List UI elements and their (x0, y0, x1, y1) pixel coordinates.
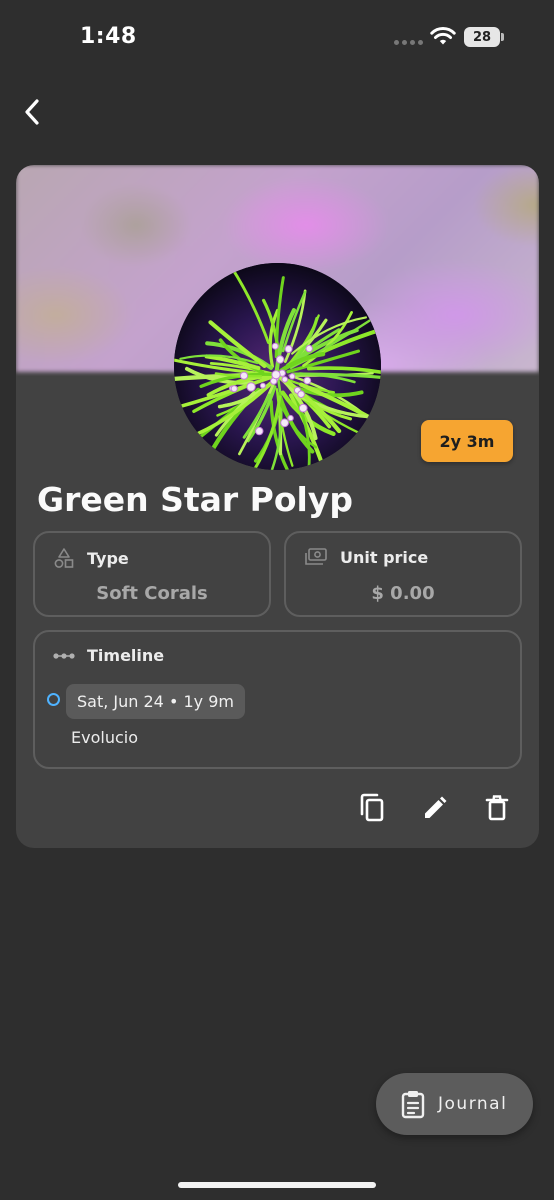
timeline-label: Timeline (87, 646, 165, 665)
battery-icon: 28 (464, 27, 500, 47)
coral-polyp-mouth (239, 371, 249, 380)
delete-button[interactable] (479, 790, 515, 826)
coral-polyp-mouth (271, 342, 279, 350)
item-card: 2y 3m Green Star Polyp Type Soft Corals (16, 165, 539, 848)
clipboard-icon (401, 1091, 425, 1119)
unit-price-card: Unit price $ 0.00 (284, 531, 522, 617)
timeline-date-chip[interactable]: Sat, Jun 24 • 1y 9m (66, 684, 245, 719)
unit-price-label: Unit price (340, 547, 429, 567)
coral-image (174, 263, 381, 470)
coral-polyp-mouth (287, 414, 294, 422)
chevron-left-icon (25, 99, 39, 125)
type-label: Type (87, 548, 129, 568)
journal-label: Journal (438, 1094, 508, 1114)
copy-button[interactable] (354, 790, 390, 826)
coral-polyp-mouth (289, 373, 296, 380)
coral-polyp-mouth (305, 344, 313, 353)
edit-button[interactable] (417, 790, 453, 826)
age-badge: 2y 3m (421, 420, 513, 462)
battery-tip (501, 33, 504, 41)
coral-polyp-mouth (280, 418, 289, 428)
coral-polyp-mouth (298, 403, 308, 413)
coral-polyp-mouth (297, 390, 305, 398)
back-button[interactable] (14, 94, 50, 130)
screen: 1:48 28 2y 3m Green Star Polyp Type Soft… (0, 0, 554, 1200)
coral-polyp-mouth (271, 370, 281, 380)
coral-polyp-mouth (303, 376, 312, 385)
coral-polyp-mouth (230, 385, 238, 393)
timeline-icon (53, 652, 75, 659)
timeline-card: Timeline Sat, Jun 24 • 1y 9m Evolucio (33, 630, 522, 769)
coral-polyp-mouth (281, 376, 289, 383)
pencil-icon (425, 796, 447, 818)
type-value: Soft Corals (96, 583, 208, 604)
timeline-dot (47, 693, 60, 706)
item-title: Green Star Polyp (37, 480, 353, 519)
type-card: Type Soft Corals (33, 531, 271, 617)
cellular-signal-icon (394, 40, 423, 45)
copy-icon (360, 793, 384, 822)
coral-polyp-mouth (284, 345, 293, 353)
money-icon (305, 548, 327, 565)
coral-photo[interactable] (174, 263, 381, 470)
shapes-icon (54, 548, 74, 568)
timeline-entry-text: Evolucio (71, 728, 138, 747)
home-indicator[interactable] (178, 1182, 376, 1188)
coral-polyp-mouth (275, 355, 285, 364)
wifi-icon (430, 27, 456, 45)
trash-icon (485, 795, 509, 821)
status-time: 1:48 (80, 24, 137, 49)
coral-polyp-mouth (259, 382, 266, 389)
unit-price-value: $ 0.00 (371, 583, 435, 604)
coral-polyp-mouth (255, 426, 264, 436)
journal-button[interactable]: Journal (376, 1073, 533, 1135)
coral-polyp-mouth (246, 382, 256, 392)
